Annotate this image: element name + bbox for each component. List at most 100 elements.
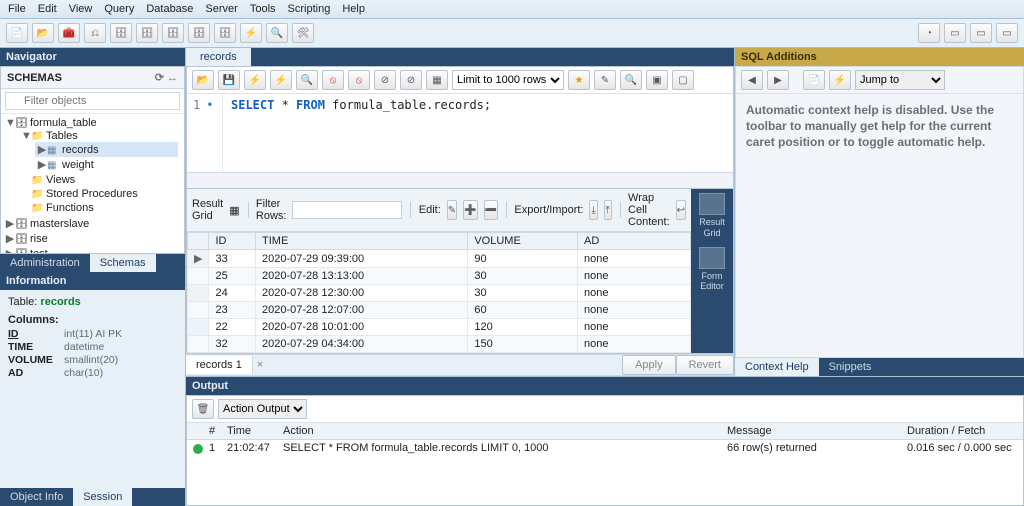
schemas-label: SCHEMAS xyxy=(7,72,62,84)
funcs-folder[interactable]: Functions xyxy=(19,201,180,215)
subtab-close-icon[interactable]: × xyxy=(253,359,267,371)
tab-object-info[interactable]: Object Info xyxy=(0,488,73,506)
apply-button[interactable]: Apply xyxy=(622,355,676,375)
layout1-icon[interactable]: ◔ xyxy=(918,23,940,43)
execute-icon[interactable]: ⚡ xyxy=(244,70,266,90)
menu-server[interactable]: Server xyxy=(205,3,237,15)
table-row[interactable]: ▶332020-07-29 09:39:0090none xyxy=(188,250,691,268)
edit1-icon[interactable]: ✎ xyxy=(447,200,457,220)
procs-folder[interactable]: Stored Procedures xyxy=(19,187,180,201)
form-editor-side-btn[interactable]: Form Editor xyxy=(695,247,729,293)
menu-help[interactable]: Help xyxy=(342,3,365,15)
schemas-refresh-icon[interactable]: ⟳ ↔ xyxy=(155,71,178,84)
open-file-icon[interactable]: 📂 xyxy=(32,23,54,43)
open-script-icon[interactable]: 📂 xyxy=(192,70,214,90)
rollback-icon[interactable]: ⊘ xyxy=(400,70,422,90)
db4-icon[interactable]: 🗄 xyxy=(188,23,210,43)
new-sql-icon[interactable]: 📄 xyxy=(6,23,28,43)
execute-icon[interactable]: ⚡ xyxy=(240,23,262,43)
db5-icon[interactable]: 🗄 xyxy=(214,23,236,43)
export-label: Export/Import: xyxy=(514,204,583,216)
db3-icon[interactable]: 🗄 xyxy=(162,23,184,43)
result-grid[interactable]: ID TIME VOLUME AD ▶332020-07-29 09:39:00… xyxy=(187,232,691,353)
tab-administration[interactable]: Administration xyxy=(0,254,90,272)
db1-icon[interactable]: 🗄 xyxy=(110,23,132,43)
table-row[interactable]: 242020-07-28 12:30:0030none xyxy=(188,285,691,302)
menu-file[interactable]: File xyxy=(8,3,26,15)
explain-icon[interactable]: 🔍 xyxy=(296,70,318,90)
edit2-icon[interactable]: ➕ xyxy=(463,200,477,220)
menu-query[interactable]: Query xyxy=(104,3,134,15)
result-grid-icon[interactable]: ▦ xyxy=(229,204,239,217)
output-select[interactable]: Action Output xyxy=(218,399,307,419)
layout4-icon[interactable]: ▭ xyxy=(996,23,1018,43)
settings-icon[interactable]: 🛠 xyxy=(292,23,314,43)
db-masterslave[interactable]: ▶masterslave xyxy=(3,216,182,231)
sql-editor[interactable]: 1• SELECT * FROM formula_table.records; xyxy=(187,94,733,172)
views-folder[interactable]: Views xyxy=(19,173,180,187)
tab-session[interactable]: Session xyxy=(73,488,132,506)
table-records[interactable]: ▶records xyxy=(35,142,178,157)
star-icon[interactable]: ★ xyxy=(568,70,590,90)
tab-context-help[interactable]: Context Help xyxy=(735,358,819,376)
layout3-icon[interactable]: ▭ xyxy=(970,23,992,43)
table-row[interactable]: 322020-07-29 04:34:00150none xyxy=(188,336,691,353)
tables-folder[interactable]: ▼Tables ▶records ▶weight xyxy=(19,129,180,173)
help2-icon[interactable]: ⚡ xyxy=(829,70,851,90)
col-id-header[interactable]: ID xyxy=(209,233,256,250)
limit-rows-select[interactable]: Limit to 1000 rows xyxy=(452,70,564,90)
export-icon[interactable]: ⤓ xyxy=(589,200,597,220)
tab-schemas[interactable]: Schemas xyxy=(90,254,156,272)
beautify-icon[interactable]: ✎ xyxy=(594,70,616,90)
stop2-icon[interactable]: ⦸ xyxy=(348,70,370,90)
menu-view[interactable]: View xyxy=(69,3,93,15)
menu-scripting[interactable]: Scripting xyxy=(288,3,331,15)
layout2-icon[interactable]: ▭ xyxy=(944,23,966,43)
table-row[interactable]: 282020-07-28 17:03:12120维生素AD xyxy=(188,353,691,354)
revert-button[interactable]: Revert xyxy=(676,355,734,375)
table-weight[interactable]: ▶weight xyxy=(35,157,178,172)
toggle1-icon[interactable]: ▣ xyxy=(646,70,668,90)
filter-objects-input[interactable] xyxy=(5,92,180,110)
nav-back-icon[interactable]: ◀ xyxy=(741,70,763,90)
rowselector-header xyxy=(188,233,209,250)
import-icon[interactable]: ⤒ xyxy=(604,200,612,220)
output-row[interactable]: 1 21:02:47 SELECT * FROM formula_table.r… xyxy=(187,440,1023,461)
menu-tools[interactable]: Tools xyxy=(250,3,276,15)
col-time-header[interactable]: TIME xyxy=(256,233,468,250)
execute-current-icon[interactable]: ⚡ xyxy=(270,70,292,90)
help1-icon[interactable]: 📄 xyxy=(803,70,825,90)
subtab-records1[interactable]: records 1 xyxy=(186,356,253,374)
autocommit-icon[interactable]: ▦ xyxy=(426,70,448,90)
jump-to-select[interactable]: Jump to xyxy=(855,70,945,90)
output-clear-icon[interactable]: 🗑 xyxy=(192,399,214,419)
menu-edit[interactable]: Edit xyxy=(38,3,57,15)
save-script-icon[interactable]: 💾 xyxy=(218,70,240,90)
inspector-icon[interactable]: 🧰 xyxy=(58,23,80,43)
db2-icon[interactable]: 🗄 xyxy=(136,23,158,43)
find-icon[interactable]: 🔍 xyxy=(620,70,642,90)
output-title: Output xyxy=(186,377,1024,395)
edit3-icon[interactable]: ➖ xyxy=(484,200,498,220)
table-row[interactable]: 222020-07-28 10:01:00120none xyxy=(188,319,691,336)
menu-database[interactable]: Database xyxy=(146,3,193,15)
wrap-icon[interactable]: ↩ xyxy=(676,200,686,220)
col-volume-header[interactable]: VOLUME xyxy=(468,233,578,250)
db-rise[interactable]: ▶rise xyxy=(3,231,182,246)
table-row[interactable]: 232020-07-28 12:07:0060none xyxy=(188,302,691,319)
commit-icon[interactable]: ⊘ xyxy=(374,70,396,90)
tab-snippets[interactable]: Snippets xyxy=(819,358,882,376)
stop-icon[interactable]: ⦸ xyxy=(322,70,344,90)
db-node[interactable]: ▼formula_table ▼Tables ▶records ▶weight … xyxy=(3,116,182,216)
col-ad-header[interactable]: AD xyxy=(577,233,690,250)
table-row[interactable]: 252020-07-28 13:13:0030none xyxy=(188,268,691,285)
nav-fwd-icon[interactable]: ▶ xyxy=(767,70,789,90)
filter-rows-input[interactable] xyxy=(292,201,402,219)
result-grid-side-btn[interactable]: Result Grid xyxy=(695,193,729,239)
editor-scrollbar[interactable] xyxy=(187,172,733,188)
search-icon[interactable]: 🔍 xyxy=(266,23,288,43)
undo-icon[interactable]: ⎌ xyxy=(84,23,106,43)
toggle2-icon[interactable]: ▢ xyxy=(672,70,694,90)
db-test[interactable]: ▶test xyxy=(3,246,182,254)
tab-records[interactable]: records xyxy=(186,48,251,66)
